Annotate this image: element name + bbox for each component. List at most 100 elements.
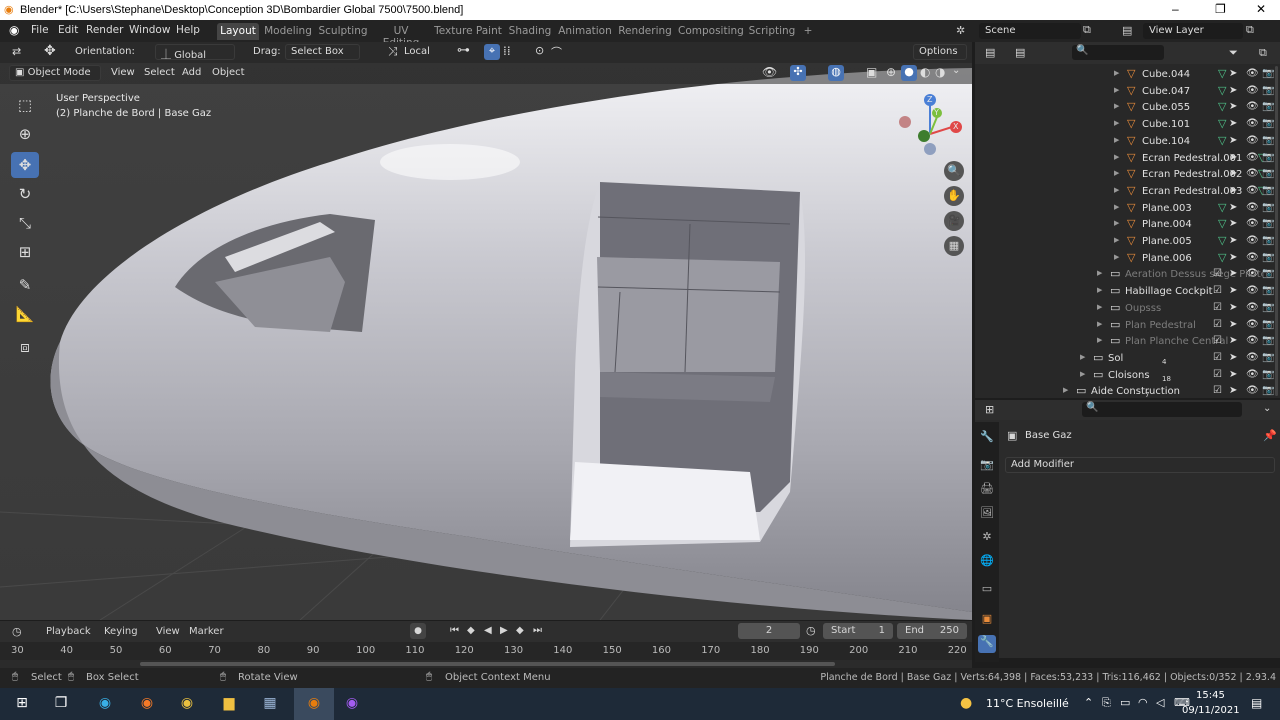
select-arrow-icon[interactable]: ➤ — [1229, 152, 1237, 163]
outliner-row[interactable]: ▶ ▭ Cloisons 18 ☑ ➤ 👁 📷 — [975, 367, 1280, 384]
expand-arrow-icon[interactable]: ▶ — [1114, 102, 1119, 110]
outliner-item-label[interactable]: Plane.005 — [1142, 236, 1192, 247]
edge-icon[interactable]: ◉ — [95, 695, 115, 713]
scene-new-icon[interactable]: ⧉ — [1083, 23, 1091, 37]
select-arrow-icon[interactable]: ➤ — [1229, 285, 1237, 296]
expand-arrow-icon[interactable]: ▶ — [1063, 386, 1068, 394]
camera-icon[interactable]: 📷 — [1262, 85, 1274, 96]
camera-icon[interactable]: 📷 — [1262, 335, 1274, 346]
tab-animation[interactable]: Animation — [558, 23, 612, 40]
select-arrow-icon[interactable]: ➤ — [1229, 135, 1237, 146]
move-tool-icon[interactable]: ✥ — [11, 152, 39, 178]
eye-icon[interactable]: 👁 — [1246, 319, 1259, 330]
select-arrow-icon[interactable]: ➤ — [1229, 218, 1237, 229]
outliner-item-label[interactable]: Ecran Pedestral.001 — [1142, 153, 1242, 164]
expand-arrow-icon[interactable]: ▶ — [1114, 219, 1119, 227]
camera-icon[interactable]: 📷 — [1262, 268, 1274, 279]
overlay-toggle-icon[interactable]: ◍ — [828, 65, 844, 81]
camera-icon[interactable]: 📷 — [1262, 252, 1274, 263]
tab-texture-paint[interactable]: Texture Paint — [434, 23, 502, 40]
chrome-icon[interactable]: ◉ — [177, 695, 197, 713]
outliner-row[interactable]: ▶ ▽ Ecran Pedestral.003 ▽ ➤ 👁 📷 — [975, 183, 1280, 200]
viewport-menu-object[interactable]: Object — [212, 67, 245, 78]
outliner-item-label[interactable]: Ecran Pedestral.002 — [1142, 169, 1242, 180]
outliner-row[interactable]: ▶ ▽ Cube.055 ▽ ➤ 👁 📷 — [975, 99, 1280, 116]
camera-icon[interactable]: 📷 — [1262, 168, 1274, 179]
include-checkbox-icon[interactable]: ☑ — [1213, 335, 1222, 346]
outliner-row[interactable]: ▶ ▽ Plane.003 ▽ ➤ 👁 📷 — [975, 200, 1280, 217]
start-frame-field[interactable]: Start 1 — [823, 623, 893, 639]
select-arrow-icon[interactable]: ➤ — [1229, 268, 1237, 279]
outliner-item-label[interactable]: Cloisons — [1108, 370, 1150, 381]
eye-icon[interactable]: 👁 — [1246, 168, 1259, 179]
eye-icon[interactable]: 👁 — [1246, 335, 1259, 346]
eye-icon[interactable]: 👁 — [1246, 352, 1259, 363]
expand-arrow-icon[interactable]: ▶ — [1114, 203, 1119, 211]
eye-icon[interactable]: 👁 — [1246, 101, 1259, 112]
eye-icon[interactable]: 👁 — [1246, 135, 1259, 146]
outliner-item-label[interactable]: Ecran Pedestral.003 — [1142, 186, 1242, 197]
timeline-editor-icon[interactable]: ◷ — [12, 625, 22, 638]
outliner-row[interactable]: ▶ ▽ Cube.101 ▽ ➤ 👁 📷 — [975, 116, 1280, 133]
camera-icon[interactable]: 📷 — [1262, 185, 1274, 196]
camera-icon[interactable]: 📷 — [1262, 202, 1274, 213]
visibility-icon[interactable]: 👁 — [762, 65, 777, 79]
camera-icon[interactable]: 📷 — [1262, 302, 1274, 313]
eye-icon[interactable]: 👁 — [1246, 252, 1259, 263]
scene-tab-icon[interactable]: ✲ — [978, 530, 996, 548]
file-explorer-icon[interactable]: ▆ — [219, 695, 239, 713]
tab-shading[interactable]: Shading — [507, 23, 553, 40]
outliner-item-label[interactable]: Cube.047 — [1142, 86, 1190, 97]
wifi-icon[interactable]: ◠ — [1138, 696, 1148, 709]
tab-compositing[interactable]: Compositing — [678, 23, 744, 40]
blender-taskbar-icon[interactable]: ◉ — [294, 688, 334, 720]
eye-icon[interactable]: 👁 — [1246, 285, 1259, 296]
outliner-row[interactable]: ▶ ▭ Habillage Cockpit ☑ ➤ 👁 📷 — [975, 283, 1280, 300]
expand-arrow-icon[interactable]: ▶ — [1097, 269, 1102, 277]
eye-icon[interactable]: 👁 — [1246, 235, 1259, 246]
view-layer-new-icon[interactable]: ⧉ — [1246, 23, 1254, 37]
view-layer-selector[interactable]: View Layer — [1143, 23, 1243, 39]
outliner-item-label[interactable]: Cube.044 — [1142, 69, 1190, 80]
shading-options-icon[interactable]: ⌄ — [952, 65, 960, 76]
select-arrow-icon[interactable]: ➤ — [1229, 319, 1237, 330]
eye-icon[interactable]: 👁 — [1246, 369, 1259, 380]
measure-tool-icon[interactable]: 📐 — [11, 301, 39, 327]
timeline-menu-view[interactable]: View — [156, 626, 180, 637]
transform-tool-icon[interactable]: ⊞ — [11, 239, 39, 265]
snap-target-icon[interactable]: ⊶ — [457, 43, 470, 58]
outliner-item-label[interactable]: Plan Pedestral — [1125, 320, 1196, 331]
snap-increment-icon[interactable]: ⁞⁞ — [503, 44, 511, 58]
eye-icon[interactable]: 👁 — [1246, 268, 1259, 279]
material-shading-icon[interactable]: ◐ — [920, 65, 930, 79]
select-box-tool-icon[interactable]: ⬚ — [11, 92, 39, 118]
outliner-item-label[interactable]: Cube.104 — [1142, 136, 1190, 147]
outliner-row[interactable]: ▶ ▽ Ecran Pedestral.001 ▽ ➤ 👁 📷 — [975, 150, 1280, 167]
select-arrow-icon[interactable]: ➤ — [1229, 85, 1237, 96]
solid-shading-icon[interactable]: ● — [901, 65, 917, 81]
expand-arrow-icon[interactable]: ▶ — [1114, 153, 1119, 161]
select-arrow-icon[interactable]: ➤ — [1229, 385, 1237, 396]
expand-arrow-icon[interactable]: ▶ — [1114, 86, 1119, 94]
expand-arrow-icon[interactable]: ▶ — [1114, 169, 1119, 177]
viewport-menu-view[interactable]: View — [111, 67, 135, 78]
timeline-menu-playback[interactable]: Playback — [46, 626, 91, 637]
gizmo-toggle-icon[interactable]: ✣ — [790, 65, 806, 81]
outliner-row[interactable]: ▶ ▽ Ecran Pedestral.002 ▽ ➤ 👁 📷 — [975, 166, 1280, 183]
eye-icon[interactable]: 👁 — [1246, 218, 1259, 229]
camera-icon[interactable]: 📷 — [1262, 135, 1274, 146]
editor-type-icon[interactable]: ▤ — [985, 46, 995, 59]
select-arrow-icon[interactable]: ➤ — [1229, 352, 1237, 363]
outliner-row[interactable]: ▶ ▭ Plan Pedestral ☑ ➤ 👁 📷 — [975, 317, 1280, 334]
select-arrow-icon[interactable]: ➤ — [1229, 68, 1237, 79]
blender-menu-icon[interactable]: ◉ — [9, 23, 19, 37]
select-arrow-icon[interactable]: ➤ — [1229, 168, 1237, 179]
calculator-icon[interactable]: ▦ — [260, 695, 280, 713]
expand-arrow-icon[interactable]: ▶ — [1080, 370, 1085, 378]
network-icon[interactable]: ⎘ — [1102, 696, 1111, 710]
play-reverse-icon[interactable]: ◀ — [484, 625, 492, 636]
outliner-row[interactable]: ▶ ▽ Cube.044 ▽ ➤ 👁 📷 — [975, 66, 1280, 83]
eye-icon[interactable]: 👁 — [1246, 118, 1259, 129]
play-icon[interactable]: ▶ — [500, 625, 508, 636]
add-modifier-dropdown[interactable]: Add Modifier — [1005, 457, 1275, 473]
